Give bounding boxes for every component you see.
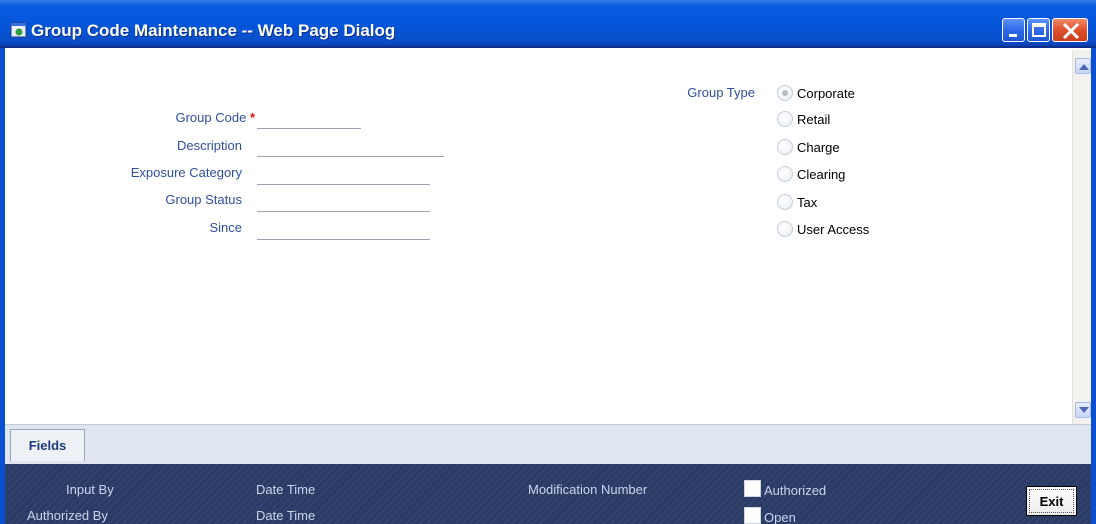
authorized-label: Authorized (764, 483, 827, 498)
vertical-scrollbar[interactable] (1072, 50, 1091, 424)
radio-button[interactable] (777, 194, 793, 210)
description-input[interactable] (257, 156, 444, 157)
open-checkbox[interactable] (744, 507, 761, 524)
title-bar[interactable]: Group Code Maintenance -- Web Page Dialo… (0, 0, 1096, 48)
authorized-checkbox[interactable] (744, 480, 761, 497)
exit-button[interactable]: Exit (1026, 486, 1077, 516)
group-code-label-text: Group Code (175, 110, 247, 125)
exposure-category-label: Exposure Category (130, 165, 242, 180)
arrow-up-icon (1079, 64, 1089, 70)
since-input[interactable] (257, 239, 430, 240)
window-title: Group Code Maintenance -- Web Page Dialo… (31, 21, 396, 40)
group-status-label: Group Status (165, 192, 242, 207)
auth-date-time-label: Date Time (256, 508, 316, 523)
radio-button[interactable] (777, 166, 793, 182)
authorized-by-label: Authorized By (27, 508, 108, 523)
tab-strip: Fields (5, 424, 1091, 464)
radio-button[interactable] (777, 139, 793, 155)
radio-label: Corporate (797, 86, 855, 101)
radio-label: Tax (797, 195, 818, 210)
page-icon (10, 21, 28, 39)
group-type-label: Group Type (687, 85, 755, 100)
group-status-input[interactable] (257, 211, 430, 212)
scroll-up-button[interactable] (1075, 58, 1091, 74)
open-label: Open (764, 510, 796, 524)
maximize-icon (1032, 23, 1046, 37)
arrow-down-icon (1079, 407, 1089, 413)
radio-button[interactable] (777, 221, 793, 237)
description-label: Description (176, 138, 242, 153)
minimize-icon (1009, 34, 1017, 37)
form-area: Group Code * Description Exposure Catego… (5, 50, 1072, 424)
minimize-button[interactable] (1002, 18, 1025, 42)
radio-label: User Access (797, 222, 870, 237)
radio-button-selected[interactable] (777, 85, 793, 101)
exposure-category-input[interactable] (257, 184, 430, 185)
window-border-right (1091, 48, 1096, 524)
input-by-label: Input By (66, 482, 114, 497)
radio-button[interactable] (777, 111, 793, 127)
group-code-input[interactable] (257, 128, 361, 129)
modification-number-label: Modification Number (528, 482, 648, 497)
close-button[interactable] (1052, 18, 1088, 42)
group-code-label: Group Code * (175, 110, 255, 125)
close-icon (1062, 22, 1080, 40)
maximize-button[interactable] (1027, 18, 1050, 42)
since-label: Since (209, 220, 242, 235)
scroll-down-button[interactable] (1075, 402, 1091, 418)
radio-label: Clearing (797, 167, 846, 182)
radio-label: Retail (797, 112, 831, 127)
input-date-time-label: Date Time (256, 482, 316, 497)
radio-label: Charge (797, 140, 840, 155)
tab-fields[interactable]: Fields (10, 429, 85, 461)
required-marker: * (249, 110, 255, 125)
